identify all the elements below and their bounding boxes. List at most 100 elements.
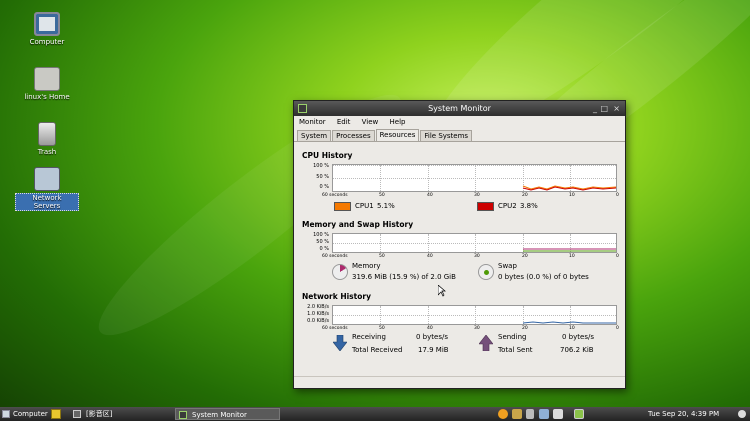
memory-history-heading: Memory and Swap History xyxy=(302,220,414,229)
cpu-x-tick: 0 xyxy=(616,193,619,198)
menu-monitor[interactable]: Monitor xyxy=(299,118,326,126)
cpu-x-tick: 30 xyxy=(474,193,480,198)
mem-y-tick: 50 % xyxy=(316,239,329,245)
computer-menu-button[interactable]: Computer xyxy=(13,407,48,421)
mem-x-tick: 50 xyxy=(379,254,385,259)
mem-x-tick: 20 xyxy=(522,254,528,259)
mem-y-tick: 100 % xyxy=(313,232,329,238)
show-desktop-icon[interactable] xyxy=(73,410,81,418)
net-y-tick: 1.0 KiB/s xyxy=(307,311,329,317)
sending-arrow-icon[interactable] xyxy=(479,335,493,351)
cpu-x-axis: 60 seconds 50 40 30 20 10 0 xyxy=(322,192,620,200)
cpu-x-tick: 50 xyxy=(379,193,385,198)
display-icon[interactable] xyxy=(539,409,549,419)
cpu-x-tick: 60 seconds xyxy=(322,193,348,198)
network-servers-icon xyxy=(34,167,60,191)
desktop-pager-icon[interactable] xyxy=(574,409,584,419)
cpu1-color-swatch[interactable] xyxy=(334,202,351,211)
taskbar: Computer [影音区] System Monitor Tue Sep 20… xyxy=(0,407,750,421)
desktop-icon-label: Network Servers xyxy=(15,193,79,211)
desktop-icon-label: Computer xyxy=(29,38,65,46)
cpu-history-lines xyxy=(522,185,616,191)
menu-view[interactable]: View xyxy=(362,118,379,126)
cpu-y-tick: 100 % xyxy=(313,163,329,169)
network-history-heading: Network History xyxy=(302,292,371,301)
user-switch-icon[interactable] xyxy=(738,410,746,418)
workspace-switcher[interactable]: [影音区] xyxy=(86,407,112,421)
total-received-value: 17.9 MiB xyxy=(418,346,449,354)
net-x-tick: 50 xyxy=(379,326,385,331)
clock[interactable]: Tue Sep 20, 4:39 PM xyxy=(648,407,719,421)
maximize-button[interactable]: □ xyxy=(600,101,608,116)
net-x-tick: 30 xyxy=(474,326,480,331)
memory-history-graph: 100 % 50 % 0 % xyxy=(313,232,617,253)
cpu-y-tick: 0 % xyxy=(319,184,329,190)
tab-resources[interactable]: Resources xyxy=(375,129,420,141)
cpu-history-heading: CPU History xyxy=(302,151,353,160)
tab-system[interactable]: System xyxy=(297,130,332,141)
mem-x-axis: 60 seconds 50 40 30 20 10 0 xyxy=(322,253,620,261)
cpu-legend: CPU1 5.1% CPU2 3.8% xyxy=(302,200,617,214)
swap-label: Swap xyxy=(498,262,517,270)
net-x-axis: 60 seconds 50 40 30 20 10 0 xyxy=(322,325,620,333)
cpu2-label: CPU2 xyxy=(498,202,517,210)
receiving-value: 0 bytes/s xyxy=(416,333,448,341)
desktop-icon-network-servers[interactable]: Network Servers xyxy=(15,167,79,211)
memory-label: Memory xyxy=(352,262,381,270)
tab-processes[interactable]: Processes xyxy=(332,130,375,141)
memory-value: 319.6 MiB (15.9 %) of 2.0 GiB xyxy=(352,273,456,281)
mem-x-tick: 60 seconds xyxy=(322,254,348,259)
mouse-cursor-icon xyxy=(438,285,446,297)
receiving-arrow-icon[interactable] xyxy=(333,335,347,351)
receiving-label: Receiving xyxy=(352,333,386,341)
cpu2-color-swatch[interactable] xyxy=(477,202,494,211)
system-monitor-window: System Monitor _ □ × Monitor Edit View H… xyxy=(293,100,626,389)
net-y-tick: 2.0 KiB/s xyxy=(307,304,329,310)
trash-icon xyxy=(38,122,56,146)
cpu2-value: 3.8% xyxy=(520,202,538,210)
net-x-tick: 40 xyxy=(427,326,433,331)
computer-icon xyxy=(34,12,60,36)
network-history-graph: 2.0 KiB/s 1.0 KiB/s 0.0 KiB/s xyxy=(307,304,617,325)
menu-edit[interactable]: Edit xyxy=(337,118,351,126)
desktop-icon-home[interactable]: linux's Home xyxy=(15,67,79,101)
computer-menu-icon[interactable] xyxy=(2,410,10,418)
home-folder-icon xyxy=(34,67,60,91)
volume-icon[interactable] xyxy=(526,409,534,419)
net-x-tick: 10 xyxy=(569,326,575,331)
minimize-button[interactable]: _ xyxy=(593,101,597,116)
desktop-icon-trash[interactable]: Trash xyxy=(15,122,79,156)
mem-x-tick: 10 xyxy=(569,254,575,259)
mem-x-tick: 40 xyxy=(427,254,433,259)
cpu1-value: 5.1% xyxy=(377,202,395,210)
mem-x-tick: 30 xyxy=(474,254,480,259)
close-button[interactable]: × xyxy=(613,101,620,116)
update-notifier-icon[interactable] xyxy=(498,409,508,419)
notes-launcher-icon[interactable] xyxy=(51,409,61,419)
net-y-tick: 0.0 KiB/s xyxy=(307,318,329,324)
mem-x-tick: 0 xyxy=(616,254,619,259)
sending-label: Sending xyxy=(498,333,527,341)
network-history-lines xyxy=(522,321,616,324)
menu-help[interactable]: Help xyxy=(390,118,406,126)
cpu-y-tick: 50 % xyxy=(316,174,329,180)
tab-file-systems[interactable]: File Systems xyxy=(420,130,473,141)
network-legend: Receiving 0 bytes/s Total Received 17.9 … xyxy=(302,333,617,357)
clipboard-icon[interactable] xyxy=(553,409,563,419)
window-titlebar[interactable]: System Monitor _ □ × xyxy=(294,101,625,116)
desktop-icon-label: linux's Home xyxy=(24,93,70,101)
sending-value: 0 bytes/s xyxy=(562,333,594,341)
desktop-icon-label: Trash xyxy=(37,148,57,156)
system-monitor-task-icon xyxy=(179,411,187,419)
desktop-icon-computer[interactable]: Computer xyxy=(15,12,79,46)
swap-value: 0 bytes (0.0 %) of 0 bytes xyxy=(498,273,589,281)
task-label: System Monitor xyxy=(192,411,247,419)
system-monitor-app-icon[interactable] xyxy=(298,104,307,113)
cpu-x-tick: 40 xyxy=(427,193,433,198)
network-manager-icon[interactable] xyxy=(512,409,522,419)
net-x-tick: 60 seconds xyxy=(322,326,348,331)
memory-pie-icon[interactable] xyxy=(332,264,348,280)
memory-history-lines xyxy=(523,248,616,252)
menu-bar: Monitor Edit View Help xyxy=(294,116,625,129)
task-system-monitor[interactable]: System Monitor xyxy=(175,408,280,420)
